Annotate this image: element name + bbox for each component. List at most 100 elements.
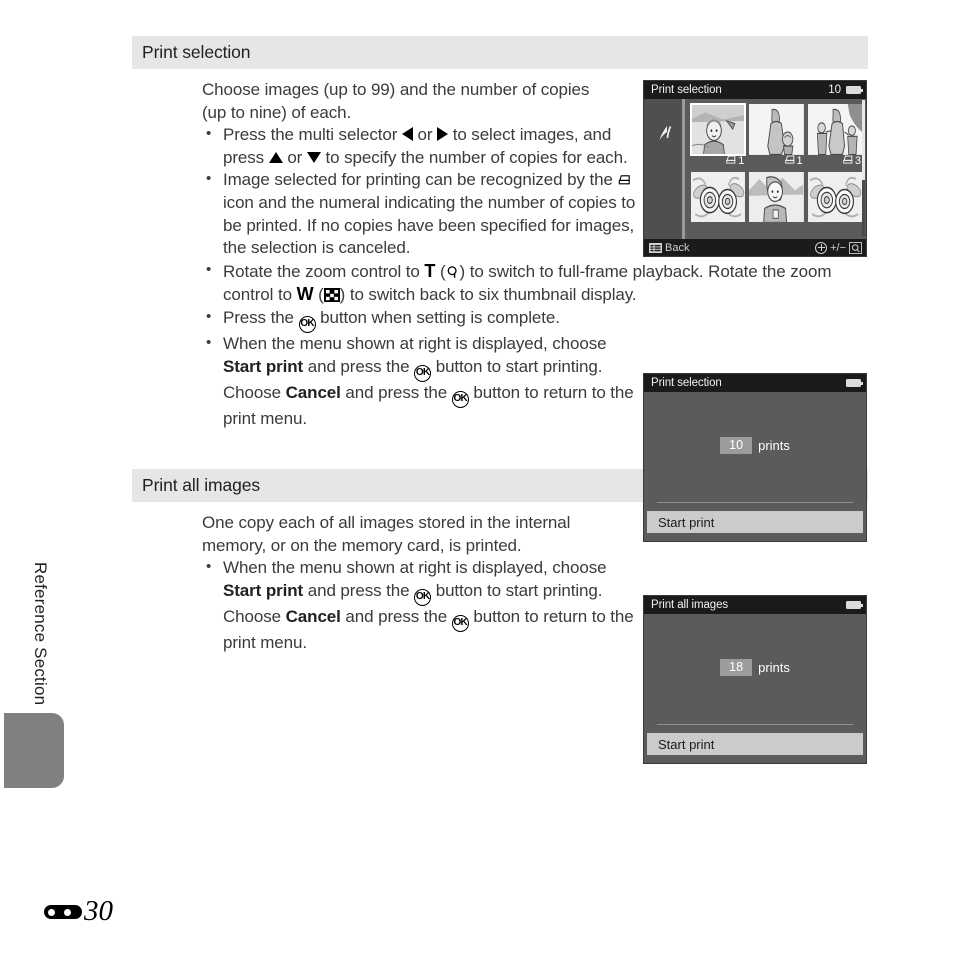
screen-title-bar: Print selection: [644, 374, 866, 392]
back-control[interactable]: Back: [649, 242, 689, 254]
reference-section-tab: [4, 713, 64, 788]
cancel-term: Cancel: [285, 382, 341, 402]
cancel-term: Cancel: [285, 606, 341, 626]
thumbnail-grid-icon: [323, 286, 340, 303]
menu-item-label: Cancel: [655, 761, 695, 764]
thumbnail-grid-area: 1 1 3: [644, 99, 866, 239]
thumbnail-image[interactable]: [807, 104, 862, 155]
intro-line-2: memory, or on the memory card, is printe…: [202, 535, 522, 555]
copies-indicator: [749, 222, 803, 235]
plus-minus-label: +/−: [830, 241, 846, 254]
bullet-menu-confirm: When the menu shown at right is displaye…: [202, 332, 638, 430]
print-all-images-confirm-screen: Print all images 18 prints Start print C…: [643, 595, 867, 764]
section-title: Print selection: [142, 42, 251, 62]
zoom-t-label: T: [424, 260, 436, 281]
screen-title-bar: Print all images: [644, 596, 866, 614]
reference-section-label: Reference Section: [31, 562, 50, 706]
thumbnail-cell[interactable]: 1: [749, 104, 804, 168]
copies-indicator: [808, 222, 862, 235]
copies-control-hint: +/−: [815, 241, 862, 254]
menu-item-cancel[interactable]: Cancel: [644, 757, 866, 764]
mode-strip: [644, 99, 685, 239]
back-label: Back: [665, 241, 690, 254]
menu-item-label: Cancel: [655, 539, 695, 542]
copies-count: 1: [796, 154, 803, 167]
menu-button-icon: [649, 242, 662, 253]
prints-count-value: 18: [720, 659, 753, 676]
copies-indicator: 1: [749, 155, 803, 168]
menu-item-cancel[interactable]: Cancel: [644, 535, 866, 542]
copies-indicator: [691, 222, 745, 235]
thumbnail-image[interactable]: [691, 171, 746, 222]
screen-title: Print selection: [651, 84, 722, 96]
menu-item-start-print[interactable]: Start print: [647, 733, 863, 755]
menu-item-start-print[interactable]: Start print: [647, 511, 863, 533]
intro-paragraph: One copy each of all images stored in th…: [202, 512, 617, 557]
print-selection-thumbnail-screen: Print selection 10 1 1 3 Back +/−: [643, 80, 867, 257]
bullet-menu-confirm: When the menu shown at right is displaye…: [202, 556, 638, 654]
intro-line-1: One copy each of all images stored in th…: [202, 513, 571, 533]
bullet-ok-button: Press the OK button when setting is comp…: [202, 306, 868, 333]
menu-divider: [657, 502, 853, 503]
thumbnail-cell[interactable]: [749, 171, 804, 236]
print-selection-confirm-screen: Print selection 10 prints Start print Ca…: [643, 373, 867, 542]
ok-button-icon: OK: [414, 364, 432, 382]
print-copies-icon: [617, 171, 632, 186]
screen-title: Print selection: [651, 377, 722, 389]
prints-count-value: 10: [720, 437, 753, 454]
prints-label: prints: [758, 438, 790, 453]
bullet-print-icon: Image selected for printing can be recog…: [202, 168, 638, 259]
screen-bottom-bar: Back +/−: [644, 239, 866, 256]
start-print-term: Start print: [223, 580, 304, 600]
left-arrow-icon: [401, 127, 413, 142]
up-arrow-icon: [268, 151, 283, 163]
page-number: 30: [84, 895, 113, 927]
prints-summary: 10 prints: [644, 437, 866, 454]
battery-full-icon: [846, 601, 863, 609]
zoom-magnifier-icon[interactable]: [849, 241, 862, 254]
copies-count: 3: [854, 154, 861, 167]
down-arrow-icon: [306, 151, 321, 163]
battery-full-icon: [846, 86, 863, 94]
reference-section-icon: [44, 901, 82, 923]
magnifier-icon: [446, 264, 460, 279]
screen-status-group: 10: [828, 84, 863, 96]
ok-button-icon: OK: [298, 315, 316, 333]
thumbnail-cell[interactable]: [691, 171, 746, 236]
battery-full-icon: [846, 379, 863, 387]
selected-count: 10: [828, 84, 841, 96]
screen-status-group: [846, 601, 863, 609]
zoom-w-label: W: [296, 284, 314, 305]
bullet-zoom-control: Rotate the zoom control to T () to switc…: [202, 259, 868, 307]
print-copies-icon: [725, 154, 737, 168]
prints-label: prints: [758, 660, 790, 675]
ok-button-icon: OK: [451, 614, 469, 632]
thumbnail-image[interactable]: [807, 171, 862, 222]
multi-selector-icon: [815, 241, 828, 254]
section-header-print-selection: Print selection: [132, 36, 868, 69]
ok-button-icon: OK: [414, 588, 432, 606]
thumbnail-image[interactable]: [749, 171, 804, 222]
thumbnail-image[interactable]: [689, 103, 747, 156]
thumbnail-image[interactable]: [749, 104, 804, 155]
right-arrow-icon: [437, 127, 449, 142]
screen-body: 10 prints Start print Cancel: [644, 392, 866, 542]
print-copies-icon: [784, 154, 796, 168]
screen-status-group: [846, 379, 863, 387]
screen-scrollbar[interactable]: [862, 100, 865, 236]
screen-body: 18 prints Start print Cancel: [644, 614, 866, 764]
intro-paragraph: Choose images (up to 99) and the number …: [202, 79, 617, 124]
screen-title-bar: Print selection 10: [644, 81, 866, 99]
thumbnail-cell[interactable]: 3: [807, 104, 862, 168]
start-print-term: Start print: [223, 356, 304, 376]
thumbnail-cell[interactable]: 1: [689, 103, 747, 168]
ok-button-icon: OK: [451, 390, 469, 408]
menu-item-label: Start print: [658, 514, 715, 530]
bullet-multi-selector: Press the multi selector or to select im…: [202, 123, 638, 169]
copies-indicator: 3: [808, 155, 862, 168]
prints-summary: 18 prints: [644, 659, 866, 676]
copies-count: 1: [738, 154, 745, 167]
print-copies-icon: [842, 154, 854, 168]
thumbnail-grid: 1 1 3: [685, 99, 866, 239]
thumbnail-cell[interactable]: [807, 171, 862, 236]
